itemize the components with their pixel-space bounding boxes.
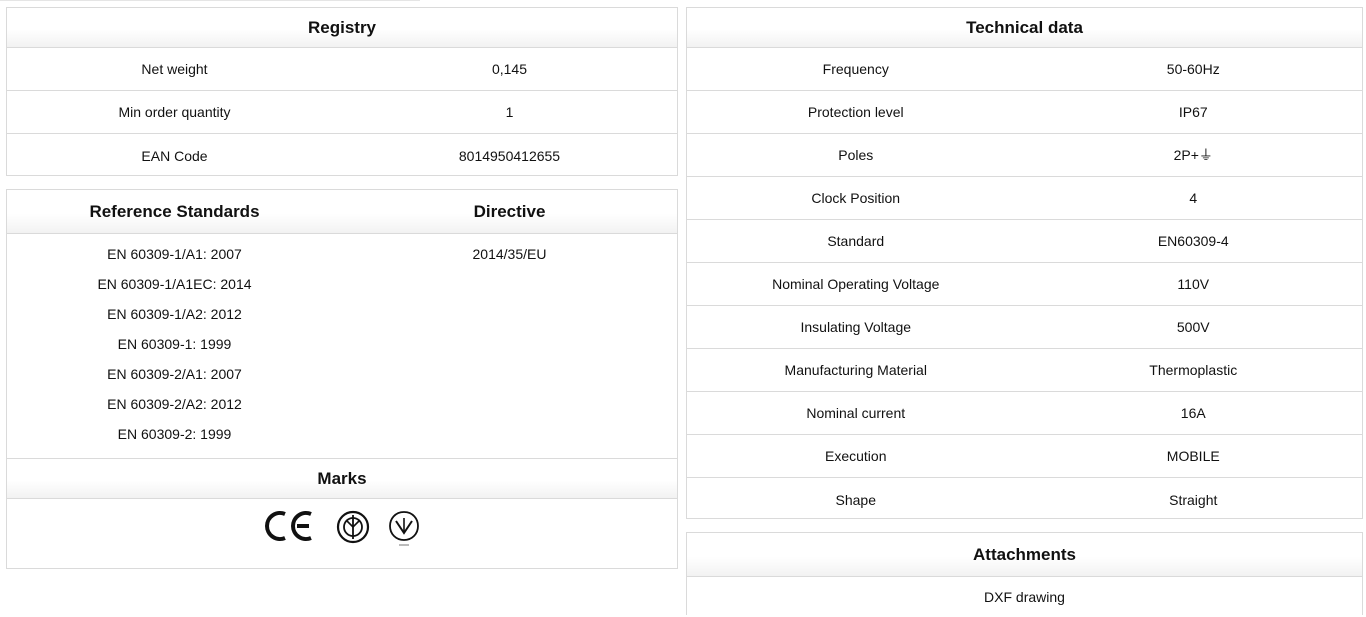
row-value: Thermoplastic [1149,362,1238,378]
row-label: Min order quantity [118,104,231,120]
table-row: Clock Position 4 [687,177,1362,220]
table-row: Net weight 0,145 [7,48,677,91]
row-label: Net weight [141,61,208,77]
reference-standards-panel: Reference Standards Directive EN 60309-1… [6,189,678,569]
attachment-link-dxf[interactable]: DXF drawing [687,577,1362,617]
row-value: 16A [1180,405,1206,421]
row-label: Nominal current [806,405,906,421]
table-row: Shape Straight [687,478,1362,521]
row-value: 4 [1189,190,1198,206]
row-value: 8014950412655 [458,147,561,164]
table-row: Nominal current 16A [687,392,1362,435]
ce-mark-icon [265,511,312,541]
standard-item: EN 60309-1/A1: 2007 [107,246,242,262]
standard-item: EN 60309-2/A2: 2012 [107,396,242,412]
marks-icons [7,499,677,577]
standards-body: EN 60309-1/A1: 2007 EN 60309-1/A1EC: 201… [7,234,677,459]
row-value: 2P+⏚ [1173,147,1213,163]
standard-item: EN 60309-1: 1999 [117,336,232,352]
attachments-title: Attachments [687,533,1362,577]
row-label: Poles [838,147,874,163]
attachments-panel: Attachments DXF drawing [686,532,1363,615]
row-label: Frequency [822,61,889,77]
registry-title: Registry [7,8,677,48]
table-row: Execution MOBILE [687,435,1362,478]
row-label: EAN Code [141,147,208,164]
row-label: Shape [835,491,876,508]
imq-mark-icon [336,510,370,544]
row-value: 0,145 [491,61,528,77]
table-row: Frequency 50-60Hz [687,48,1362,91]
row-value: 110V [1177,276,1210,292]
table-row: Poles 2P+⏚ [687,134,1362,177]
row-label: Execution [825,448,887,464]
standards-header: Reference Standards Directive [7,190,677,234]
row-value: EN60309-4 [1157,233,1229,249]
row-value: MOBILE [1166,448,1220,464]
standard-item: EN 60309-2: 1999 [117,426,232,442]
table-row: Insulating Voltage 500V [687,306,1362,349]
standard-item: EN 60309-1/A1EC: 2014 [97,276,252,292]
standards-list: EN 60309-1/A1: 2007 EN 60309-1/A1EC: 201… [7,234,342,458]
row-label: Clock Position [811,190,901,206]
top-divider [0,0,420,4]
row-label: Protection level [807,104,904,120]
table-row: Standard EN60309-4 [687,220,1362,263]
row-value: 1 [505,104,514,120]
registry-panel: Registry Net weight 0,145 Min order quan… [6,7,678,176]
reference-standards-title: Reference Standards [7,190,342,233]
standard-item: EN 60309-1/A2: 2012 [107,306,242,322]
technical-data-panel: Technical data Frequency 50-60Hz Protect… [686,7,1363,519]
directive-list: 2014/35/EU [342,234,677,458]
standard-item: EN 60309-2/A1: 2007 [107,366,242,382]
technical-data-title: Technical data [687,8,1362,48]
directive-item: 2014/35/EU [472,246,547,262]
row-value: Straight [1169,491,1218,508]
ukrsepro-mark-icon [389,511,419,546]
row-value: 500V [1176,319,1210,335]
directive-title: Directive [342,190,677,233]
row-label: Manufacturing Material [784,362,927,378]
row-label: Insulating Voltage [800,319,912,335]
table-row: Nominal Operating Voltage 110V [687,263,1362,306]
row-value: IP67 [1178,104,1208,120]
row-label: Nominal Operating Voltage [772,276,940,292]
row-label: Standard [827,233,885,249]
marks-title: Marks [7,459,677,499]
table-row: Manufacturing Material Thermoplastic [687,349,1362,392]
table-row: EAN Code 8014950412655 [7,134,677,177]
table-row: Protection level IP67 [687,91,1362,134]
row-value: 50-60Hz [1166,61,1220,77]
table-row: Min order quantity 1 [7,91,677,134]
